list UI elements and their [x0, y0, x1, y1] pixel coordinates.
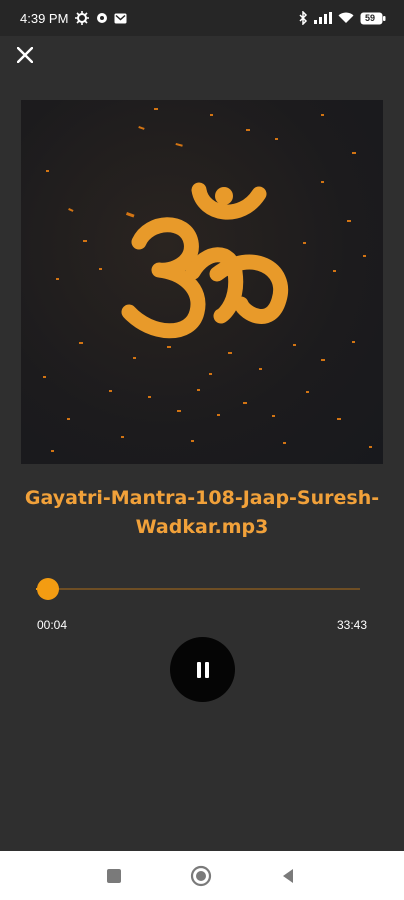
wifi-icon [338, 12, 354, 24]
status-bar: 4:39 PM 59 [0, 0, 404, 36]
recent-apps-icon [107, 869, 121, 883]
track-title: Gayatri-Mantra-108-Jaap-Suresh-Wadkar.mp… [24, 487, 380, 538]
pause-icon [196, 661, 209, 678]
artwork-image [43, 108, 372, 452]
seek-track[interactable] [36, 588, 360, 590]
recent-apps-button[interactable] [102, 864, 126, 888]
time-elapsed: 00:04 [37, 618, 68, 632]
bluetooth-icon [299, 11, 308, 25]
gmail-icon [114, 13, 127, 24]
back-icon [283, 869, 293, 883]
album-artwork [21, 100, 383, 464]
pause-button[interactable] [170, 637, 235, 702]
seek-bar[interactable] [36, 578, 360, 600]
battery-level: 59 [365, 13, 376, 23]
notification-dot-icon [96, 12, 108, 24]
close-icon [17, 47, 33, 63]
home-icon [190, 865, 212, 887]
battery-icon: 59 [360, 12, 386, 25]
om-symbol-icon [121, 182, 289, 339]
seek-thumb[interactable] [37, 578, 59, 600]
close-button[interactable] [10, 40, 40, 70]
system-nav-bar [0, 851, 404, 900]
signal-icon [314, 12, 332, 24]
time-duration: 33:43 [336, 618, 367, 632]
home-button[interactable] [189, 864, 213, 888]
status-time: 4:39 PM [20, 10, 69, 26]
status-right: 59 [299, 11, 386, 25]
bluetooth-settings-icon [74, 11, 90, 25]
status-left: 4:39 PM [20, 11, 127, 26]
back-button[interactable] [276, 864, 300, 888]
